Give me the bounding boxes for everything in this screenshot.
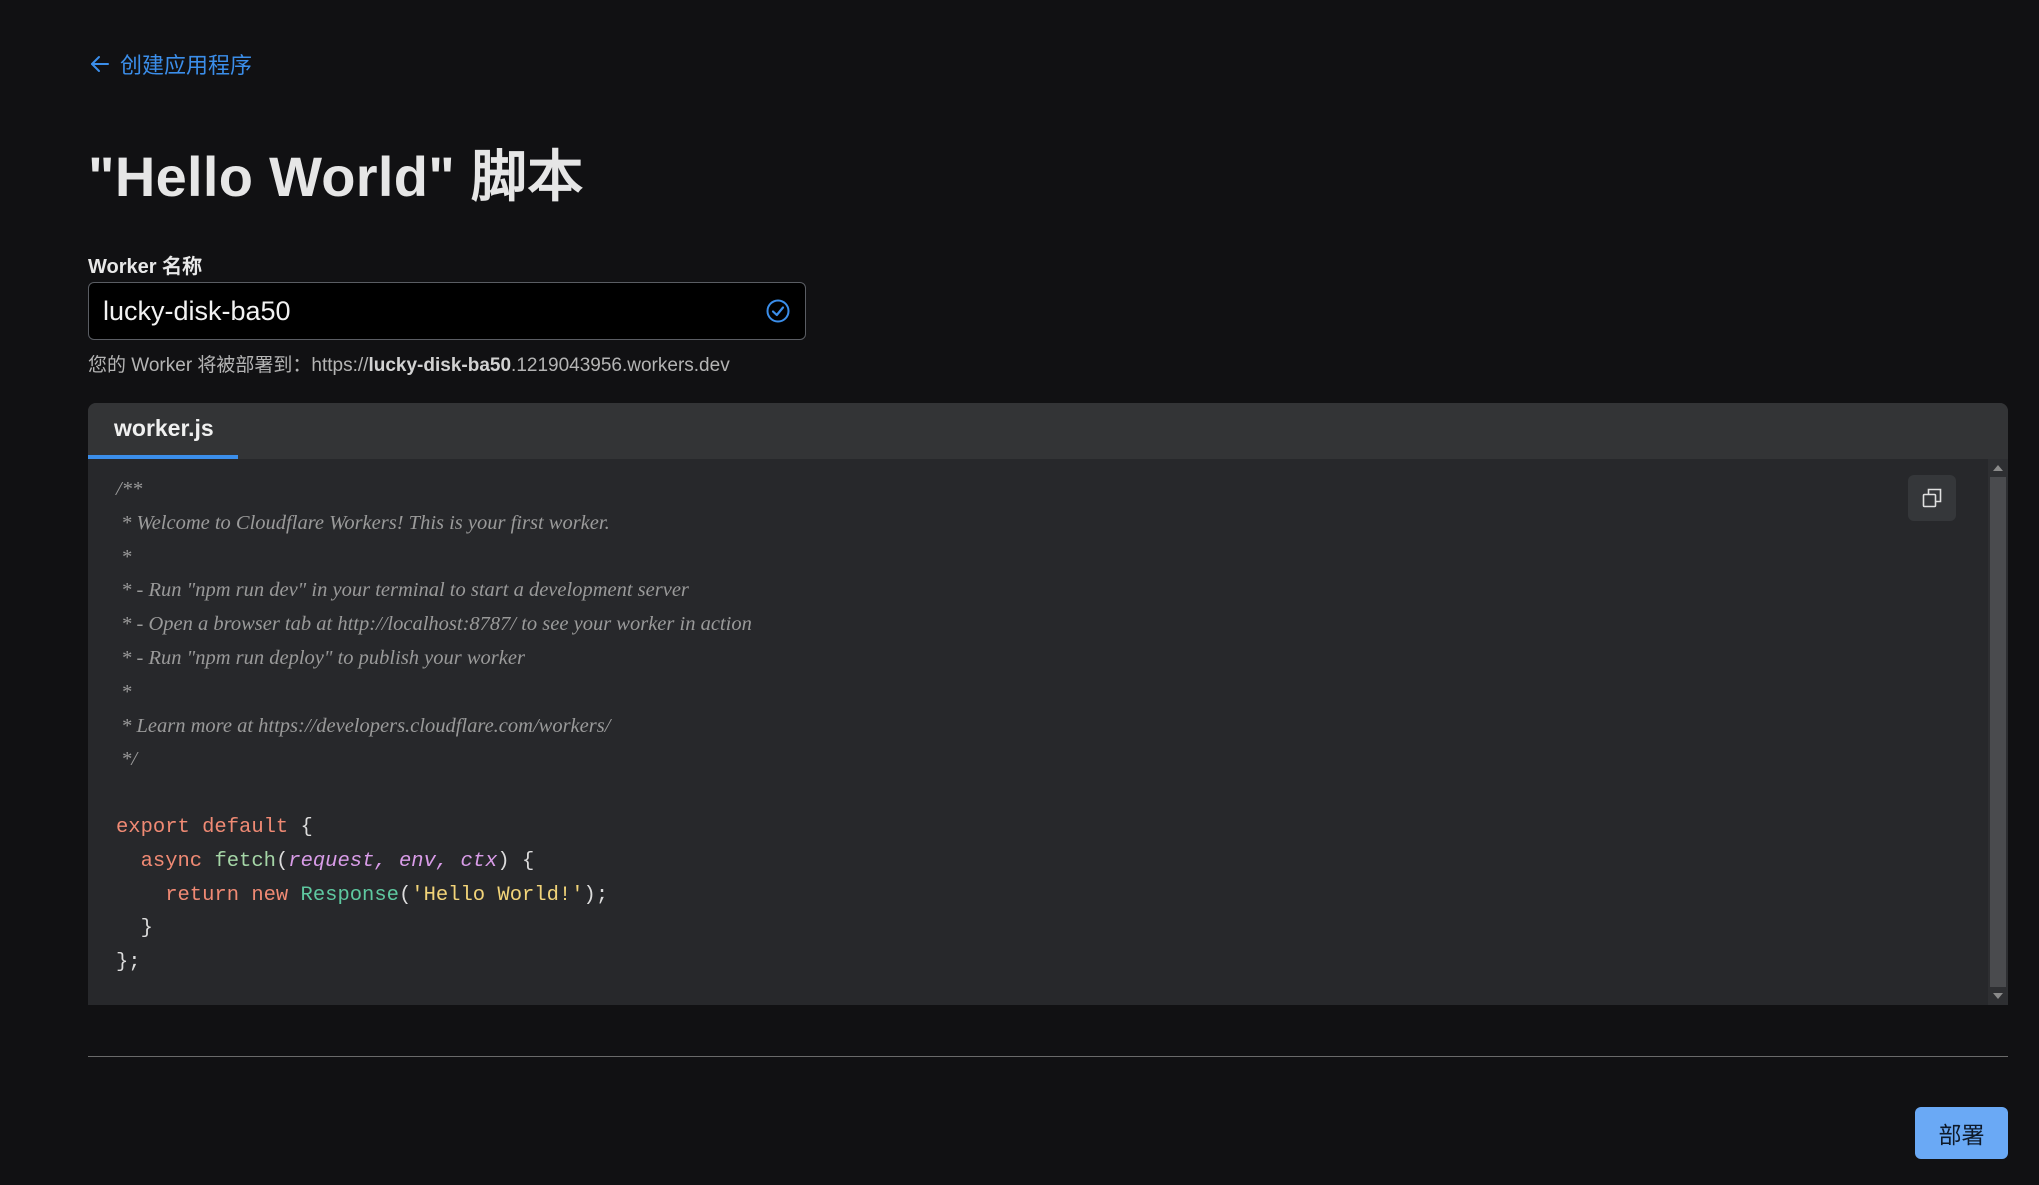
back-link[interactable]: 创建应用程序 [88,48,252,80]
code-token: /** [116,478,143,500]
divider [88,1056,2008,1057]
code-line: }; [116,946,752,980]
code-token: * Welcome to Cloudflare Workers! This is… [116,511,610,534]
code-line: /** [116,473,752,507]
code-token: ); [583,883,609,907]
code-line: * Welcome to Cloudflare Workers! This is… [116,507,752,541]
code-token: */ [116,748,138,771]
code-token: { [288,815,313,839]
code-token: 'Hello World!' [411,883,584,907]
copy-button[interactable] [1908,475,1956,521]
code-token: * [116,680,132,703]
code-token: }; [116,951,141,975]
deploy-button[interactable]: 部署 [1915,1107,2008,1159]
back-link-label: 创建应用程序 [120,53,253,78]
code-token: fetch [214,849,276,873]
deploy-url-name: lucky-disk-ba50 [368,355,512,376]
code-token: ( [275,849,289,873]
code-line: async fetch(request, env, ctx) { [116,845,752,879]
code-token: * [116,545,132,568]
page-title: "Hello World" 脚本 [88,145,584,208]
code-token: ( [398,883,412,907]
code-token: async [116,849,203,873]
code-token: export default [116,815,289,839]
scroll-thumb[interactable] [1990,477,2006,987]
code-line: * - Run "npm run dev" in your terminal t… [116,574,752,608]
scroll-up-arrow-icon[interactable] [1993,465,2003,471]
deploy-url-suffix: .1219043956.workers.dev [511,355,730,376]
code-token: * - Open a browser tab at http://localho… [116,613,752,636]
code-line: } [116,912,752,946]
worker-name-input[interactable] [89,283,765,339]
code-token: Response [300,883,399,907]
deploy-url-hint: 您的 Worker 将被部署到：https://lucky-disk-ba50.… [88,350,730,377]
code-token: } [116,917,153,941]
code-line: * - Run "npm run deploy" to publish your… [116,642,752,676]
scroll-down-arrow-icon[interactable] [1993,993,2003,999]
code-line: * Learn more at https://developers.cloud… [116,710,752,744]
check-circle-icon [766,299,790,323]
code-line: */ [116,743,752,777]
deploy-url-prefix: 您的 Worker 将被部署到：https:// [88,355,369,376]
code-content[interactable]: /** * Welcome to Cloudflare Workers! Thi… [116,473,752,980]
code-line: * [116,676,752,710]
code-line: export default { [116,811,752,845]
code-token: ) { [497,849,535,873]
code-token: request, env, ctx [288,849,498,873]
code-token: * - Run "npm run deploy" to publish your… [116,646,525,669]
worker-name-field[interactable] [88,282,806,340]
code-editor: worker.js /** * Welcome to Cloudflare Wo… [88,403,2008,1005]
editor-scrollbar[interactable] [1988,459,2008,1005]
code-token: * - Run "npm run dev" in your terminal t… [116,579,689,602]
tab-worker-js[interactable]: worker.js [88,403,238,459]
copy-icon [1922,488,1942,508]
code-token: * Learn more at https://developers.cloud… [116,714,611,737]
editor-tab-bar: worker.js [88,403,2008,459]
code-area[interactable]: /** * Welcome to Cloudflare Workers! Thi… [88,459,1988,1005]
code-line: * [116,541,752,575]
code-token: return new [116,883,289,907]
worker-name-label: Worker 名称 [88,256,203,278]
code-line: return new Response('Hello World!'); [116,879,752,913]
arrow-left-icon [91,56,109,72]
code-line: * - Open a browser tab at http://localho… [116,608,752,642]
page: 创建应用程序 "Hello World" 脚本 Worker 名称 您的 Wor… [0,0,2039,1185]
